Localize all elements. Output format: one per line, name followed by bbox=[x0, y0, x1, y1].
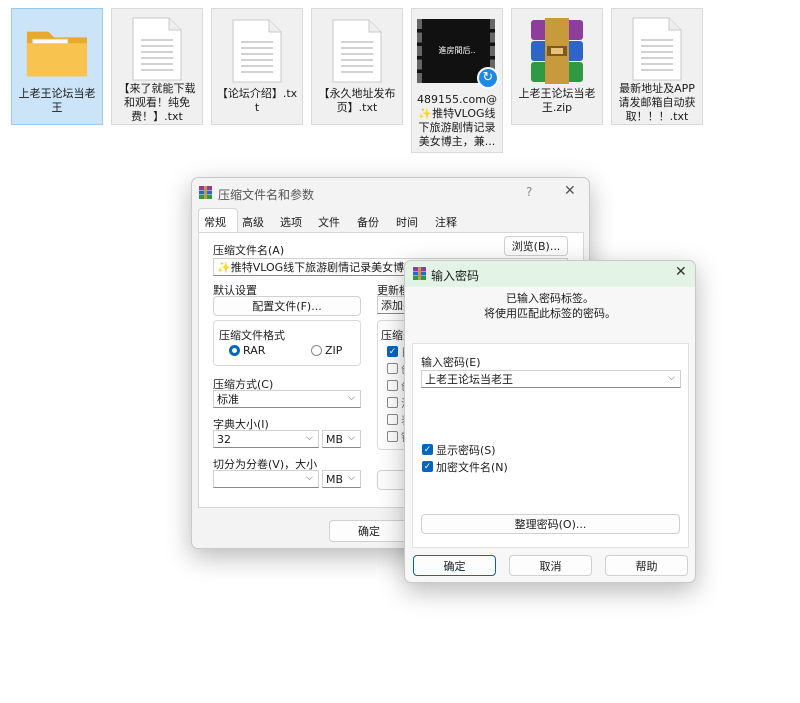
chevron-down-icon: ⌵ bbox=[668, 373, 675, 383]
tab-comment[interactable]: 注释 bbox=[435, 214, 457, 230]
chevron-down-icon: ⌵ bbox=[306, 473, 313, 483]
archive-name-label: 压缩文件名(A) bbox=[213, 244, 285, 257]
desktop-icon-txt[interactable]: 最新地址及APP请发邮箱自动获取！！！.txt bbox=[611, 8, 703, 125]
tab-files[interactable]: 文件 bbox=[318, 214, 340, 230]
password-label: 输入密码(E) bbox=[421, 356, 481, 369]
format-group-label: 压缩文件格式 bbox=[219, 329, 285, 342]
icon-label: 最新地址及APP请发邮箱自动获取！！！.txt bbox=[618, 82, 696, 123]
icon-label: 【论坛介绍】.txt bbox=[216, 87, 298, 114]
zip-radio[interactable] bbox=[311, 345, 322, 356]
chevron-down-icon: ⌵ bbox=[306, 433, 313, 443]
option-checkbox-4[interactable] bbox=[387, 397, 398, 408]
dialog-title: 压缩文件名和参数 bbox=[218, 188, 315, 202]
text-file-icon bbox=[225, 15, 289, 87]
dict-size-value: 32 bbox=[217, 432, 231, 446]
show-password-checkbox[interactable]: ✓ bbox=[422, 444, 433, 455]
organize-passwords-button[interactable]: 整理密码(O)... bbox=[421, 514, 680, 534]
tab-time[interactable]: 时间 bbox=[396, 214, 418, 230]
dialog-title: 输入密码 bbox=[431, 269, 480, 283]
desktop-icon-txt[interactable]: 【永久地址发布页】.txt bbox=[311, 8, 403, 125]
help-icon[interactable]: ? bbox=[526, 185, 532, 199]
password-value: 上老王论坛当老王 bbox=[425, 373, 513, 386]
text-file-icon bbox=[325, 15, 389, 87]
winrar-icon bbox=[199, 186, 212, 199]
ok-button[interactable]: 确定 bbox=[413, 555, 496, 576]
profiles-button[interactable]: 配置文件(F)... bbox=[213, 296, 361, 316]
title-bar: 输入密码 ✕ bbox=[405, 261, 695, 287]
info-text: 已输入密码标签。 将使用匹配此标签的密码。 bbox=[405, 291, 695, 321]
split-unit-select[interactable]: MB ⌵ bbox=[322, 470, 361, 488]
option-checkbox-3[interactable] bbox=[387, 380, 398, 391]
show-password-label: 显示密码(S) bbox=[436, 444, 496, 457]
sync-icon: ↻ bbox=[477, 67, 499, 89]
help-button[interactable]: 帮助 bbox=[605, 555, 688, 576]
icon-label: 489155.com@ ✨推特VLOG线下旅游剧情记录美女博主，兼... bbox=[417, 93, 497, 148]
text-file-icon bbox=[625, 15, 689, 82]
chevron-down-icon: ⌵ bbox=[348, 433, 355, 443]
folder-icon bbox=[25, 15, 89, 87]
desktop-icon-zip[interactable]: 上老王论坛当老王.zip bbox=[511, 8, 603, 125]
video-thumb-text: 進房間后.. bbox=[438, 46, 476, 55]
desktop-icon-folder[interactable]: 上老王论坛当老王 bbox=[11, 8, 103, 125]
icon-label: 上老王论坛当老王.zip bbox=[518, 87, 596, 114]
close-icon[interactable]: ✕ bbox=[564, 183, 576, 199]
desktop-icon-txt[interactable]: 【论坛介绍】.txt bbox=[211, 8, 303, 125]
tab-general[interactable]: 常规 bbox=[204, 214, 226, 230]
tab-backup[interactable]: 备份 bbox=[357, 214, 379, 230]
dict-unit-select[interactable]: MB ⌵ bbox=[322, 430, 361, 448]
rar-label: RAR bbox=[243, 344, 266, 357]
zip-label: ZIP bbox=[325, 344, 343, 357]
icon-label: 【永久地址发布页】.txt bbox=[318, 87, 396, 114]
title-bar: 压缩文件名和参数 ? ✕ bbox=[192, 178, 589, 208]
tab-options[interactable]: 选项 bbox=[280, 214, 302, 230]
split-unit-value: MB bbox=[326, 472, 344, 486]
dict-size-select[interactable]: 32 ⌵ bbox=[213, 430, 319, 448]
tab-advanced[interactable]: 高级 bbox=[242, 214, 264, 230]
encrypt-names-checkbox[interactable]: ✓ bbox=[422, 461, 433, 472]
method-value: 标准 bbox=[217, 393, 239, 406]
method-select[interactable]: 标准 ⌵ bbox=[213, 390, 361, 408]
rar-radio[interactable] bbox=[229, 345, 240, 356]
dict-unit-value: MB bbox=[326, 432, 344, 446]
icon-label: 上老王论坛当老王 bbox=[18, 87, 96, 114]
close-icon[interactable]: ✕ bbox=[675, 264, 687, 280]
chevron-down-icon: ⌵ bbox=[348, 393, 355, 403]
icon-label: 【来了就能下载和观看！纯免费！】.txt bbox=[118, 82, 196, 123]
password-dialog: 输入密码 ✕ 已输入密码标签。 将使用匹配此标签的密码。 输入密码(E) 上老王… bbox=[404, 260, 696, 583]
desktop-icon-video[interactable]: 進房間后.. ↻ 489155.com@ ✨推特VLOG线下旅游剧情记录美女博主… bbox=[411, 8, 503, 153]
info-line-2: 将使用匹配此标签的密码。 bbox=[484, 307, 616, 320]
option-checkbox-1[interactable]: ✓ bbox=[387, 346, 398, 357]
option-checkbox-6[interactable] bbox=[387, 431, 398, 442]
option-checkbox-2[interactable] bbox=[387, 363, 398, 374]
winrar-archive-icon bbox=[525, 15, 589, 87]
info-line-1: 已输入密码标签。 bbox=[506, 292, 594, 305]
split-size-select[interactable]: ⌵ bbox=[213, 470, 319, 488]
text-file-icon bbox=[125, 15, 189, 82]
browse-button[interactable]: 浏览(B)... bbox=[504, 236, 568, 256]
password-input[interactable]: 上老王论坛当老王 ⌵ bbox=[421, 370, 681, 388]
cancel-button[interactable]: 取消 bbox=[509, 555, 592, 576]
desktop-icon-txt[interactable]: 【来了就能下载和观看！纯免费！】.txt bbox=[111, 8, 203, 125]
ok-button[interactable]: 确定 bbox=[329, 520, 409, 542]
winrar-icon bbox=[413, 267, 426, 280]
option-checkbox-5[interactable] bbox=[387, 414, 398, 425]
video-thumbnail-icon: 進房間后.. ↻ bbox=[415, 13, 499, 93]
chevron-down-icon: ⌵ bbox=[348, 473, 355, 483]
encrypt-names-label: 加密文件名(N) bbox=[436, 461, 508, 474]
